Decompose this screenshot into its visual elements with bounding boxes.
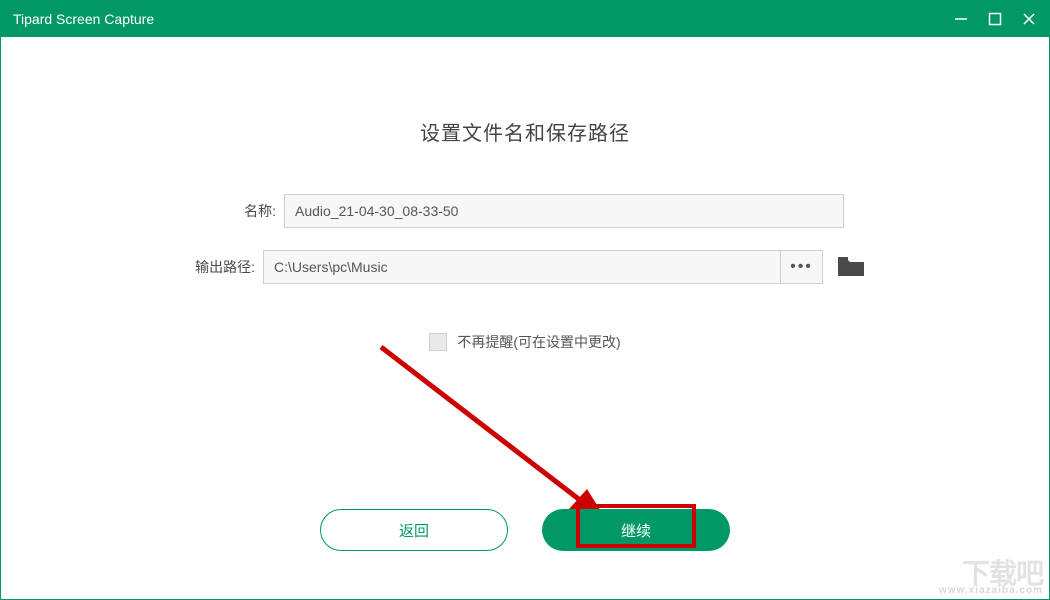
back-button[interactable]: 返回 [320, 509, 508, 551]
more-button[interactable]: ••• [781, 250, 823, 284]
path-input[interactable] [263, 250, 781, 284]
dialog-buttons: 返回 继续 [1, 509, 1049, 551]
dont-remind-label: 不再提醒(可在设置中更改) [457, 332, 620, 352]
path-row: 输出路径: ••• [1, 250, 1049, 284]
continue-button[interactable]: 继续 [542, 509, 730, 551]
window-title: Tipard Screen Capture [13, 11, 953, 27]
dont-remind-row: 不再提醒(可在设置中更改) [1, 332, 1049, 352]
app-window: Tipard Screen Capture 设置文件名和保存路径 名称: 输出路… [0, 0, 1050, 600]
continue-button-label: 继续 [621, 520, 651, 541]
annotation-arrow-icon [361, 337, 641, 537]
watermark-url: www.xiazaiba.com [939, 586, 1043, 595]
titlebar: Tipard Screen Capture [1, 1, 1049, 37]
close-icon[interactable] [1021, 11, 1037, 27]
dialog-content: 设置文件名和保存路径 名称: 输出路径: ••• 不再提醒(可在设置中更改) [1, 37, 1049, 599]
name-row: 名称: [1, 194, 1049, 228]
name-input[interactable] [284, 194, 844, 228]
minimize-icon[interactable] [953, 11, 969, 27]
name-label: 名称: [206, 201, 276, 221]
window-controls [953, 11, 1037, 27]
path-label: 输出路径: [185, 257, 255, 277]
folder-icon[interactable] [837, 256, 865, 278]
dialog-heading: 设置文件名和保存路径 [1, 117, 1049, 146]
watermark: 下载吧 www.xiazaiba.com [939, 561, 1043, 595]
maximize-icon[interactable] [987, 11, 1003, 27]
path-input-group: ••• [263, 250, 823, 284]
back-button-label: 返回 [399, 520, 429, 541]
dont-remind-checkbox[interactable] [429, 333, 447, 351]
